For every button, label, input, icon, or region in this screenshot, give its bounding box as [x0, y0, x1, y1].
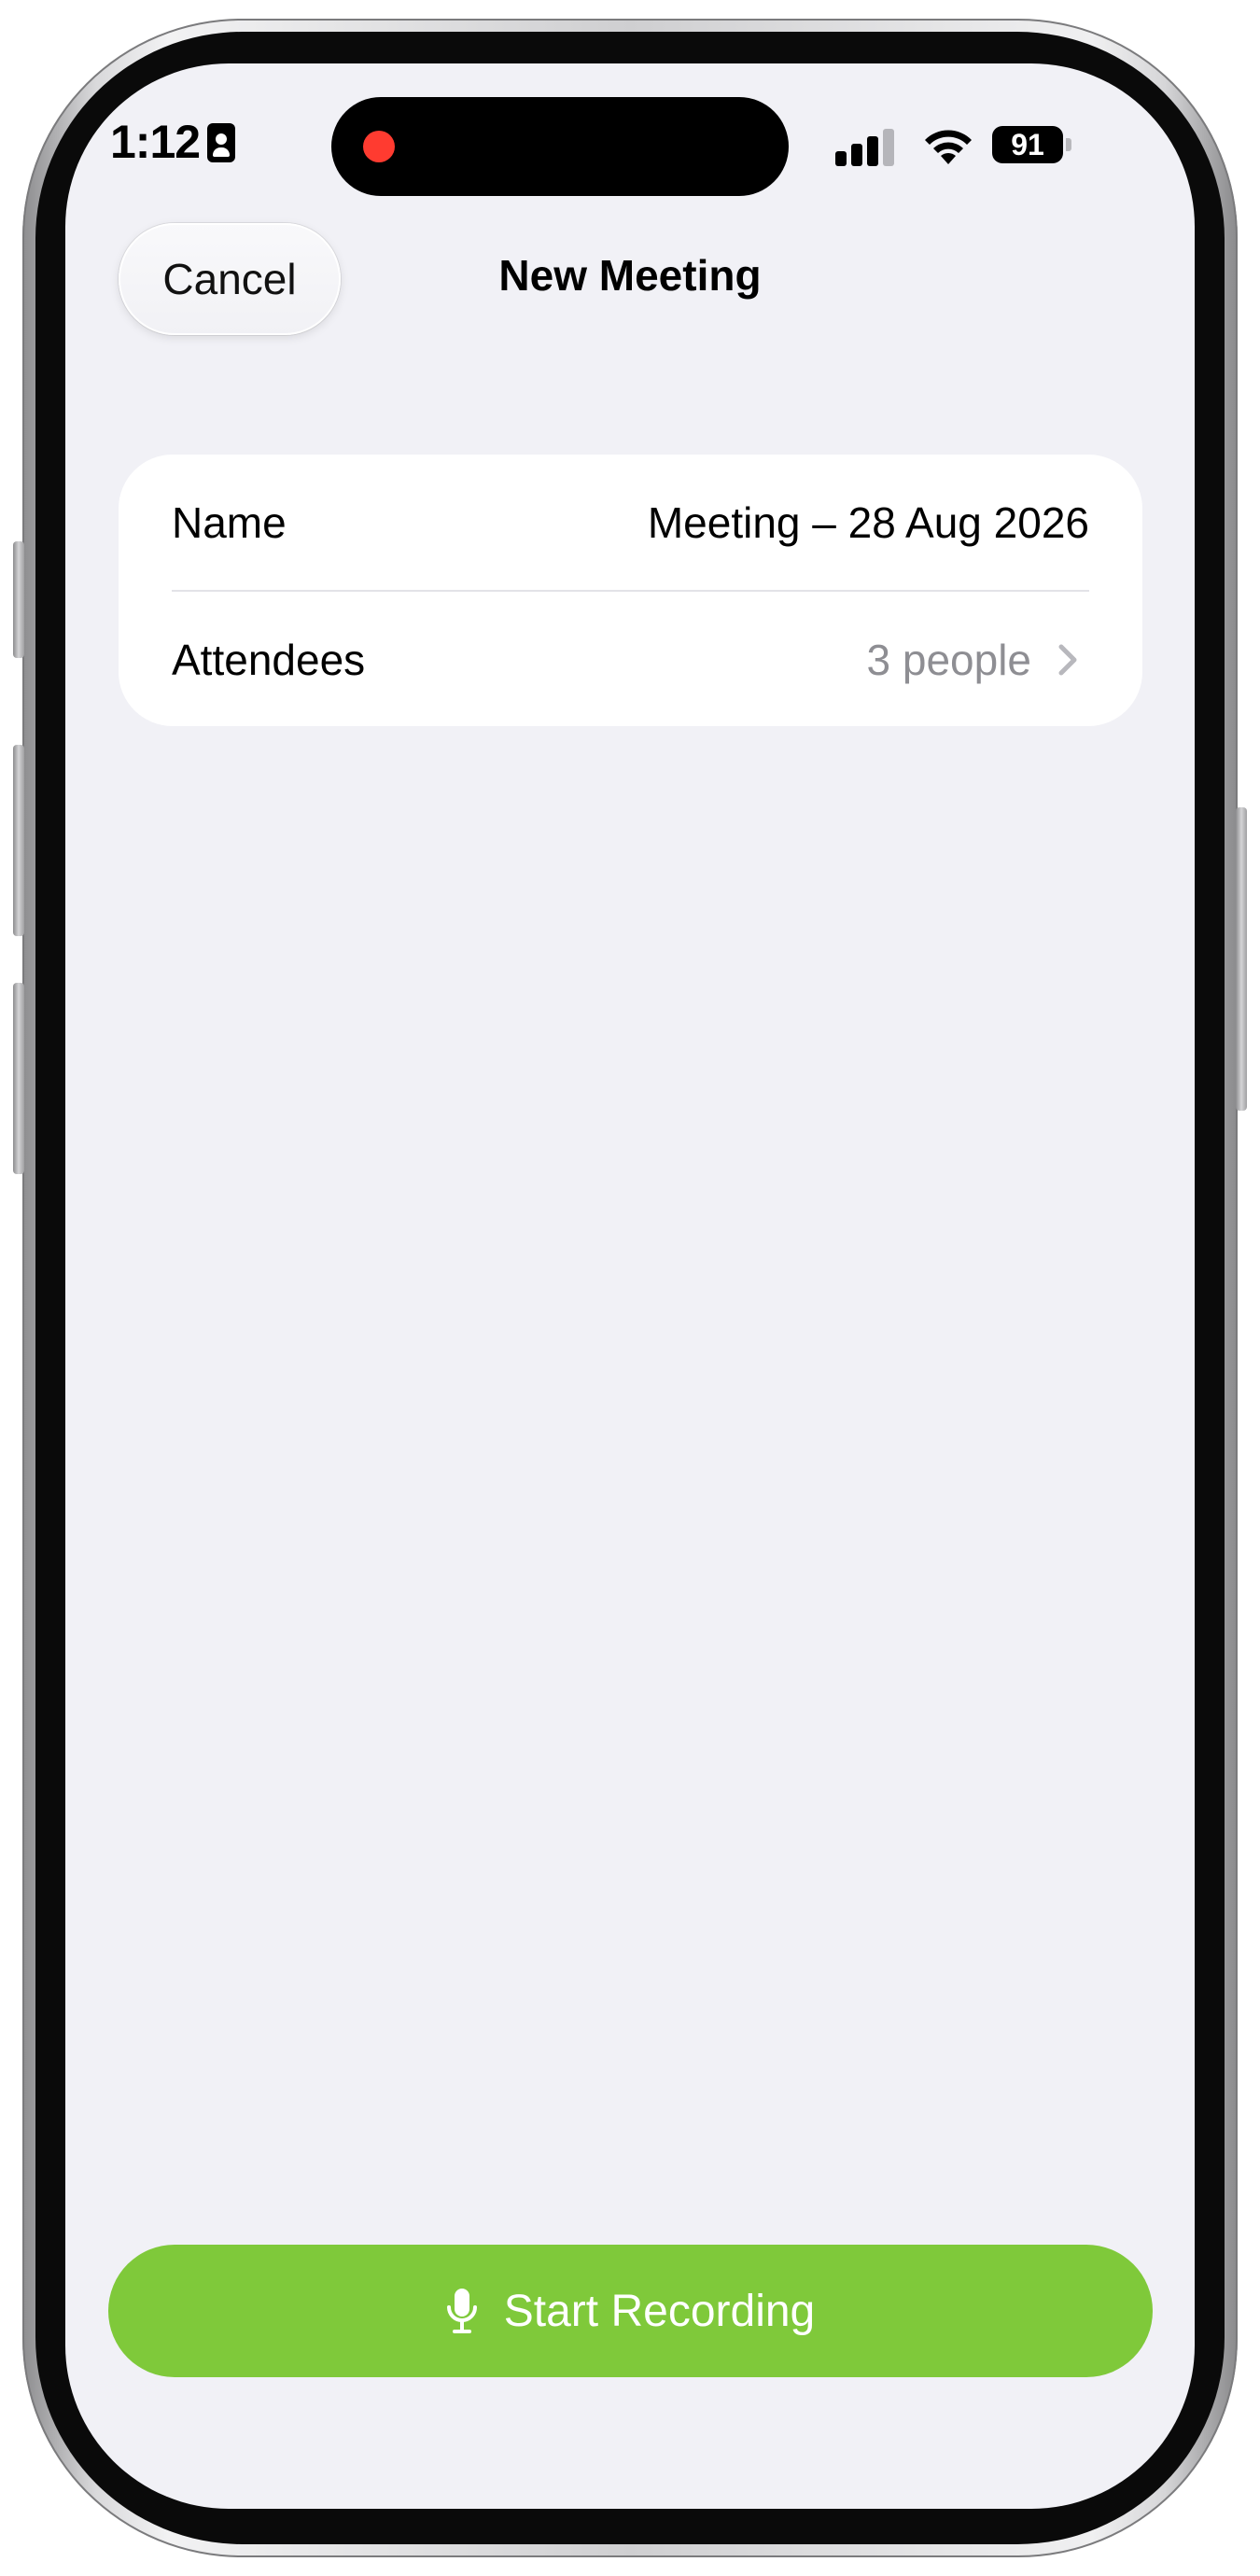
recording-indicator-icon	[363, 131, 395, 162]
meeting-name-value[interactable]: Meeting – 28 Aug 2026	[648, 497, 1089, 548]
battery-cap	[1066, 138, 1071, 151]
attendees-label: Attendees	[172, 635, 366, 684]
start-recording-button[interactable]: Start Recording	[108, 2245, 1153, 2377]
attendees-count-value: 3 people	[866, 635, 1032, 684]
action-button	[13, 541, 24, 658]
start-recording-content: Start Recording	[108, 2245, 1153, 2377]
attendees-row[interactable]: Attendees 3 people	[172, 592, 1089, 727]
chevron-right-icon	[1058, 644, 1077, 675]
wifi-icon	[925, 130, 972, 164]
start-recording-label: Start Recording	[503, 2286, 816, 2336]
battery-icon: 91	[992, 126, 1063, 163]
cellular-signal-icon	[835, 129, 897, 166]
name-label: Name	[172, 497, 287, 547]
meeting-form-card: Name Meeting – 28 Aug 2026 Attendees 3 p…	[119, 455, 1142, 726]
power-button	[1236, 807, 1247, 1111]
contact-card-icon	[207, 123, 235, 162]
status-time: 1:12	[110, 116, 201, 168]
volume-down-button	[13, 983, 24, 1174]
page-title: New Meeting	[498, 251, 762, 300]
cancel-button[interactable]: Cancel	[119, 223, 341, 335]
name-row[interactable]: Name Meeting – 28 Aug 2026	[172, 455, 1089, 590]
volume-up-button	[13, 745, 24, 936]
screen: 1:12 91 Cancel New Meeting Name Meeting …	[65, 63, 1195, 2509]
dynamic-island	[331, 97, 789, 196]
microphone-icon	[446, 2289, 477, 2333]
